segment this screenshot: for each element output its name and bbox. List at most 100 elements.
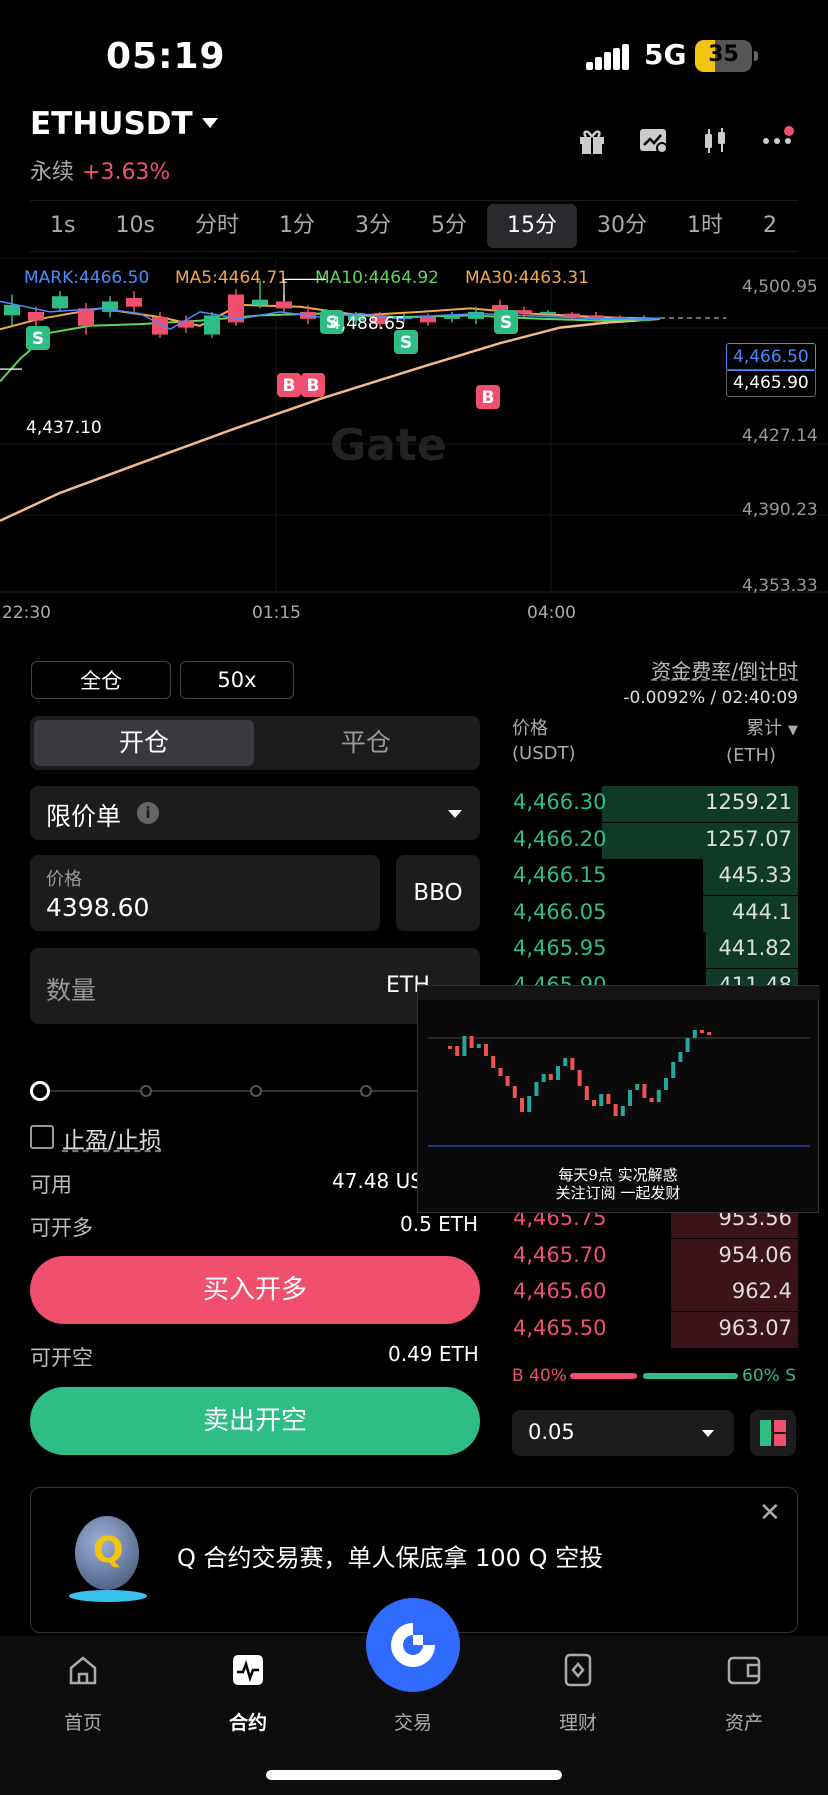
candle-body [28,311,44,321]
tab-timeframe[interactable]: 5分 [411,204,487,248]
quantity-input[interactable]: 数量 ETH [30,948,480,1024]
buy-signal-badge-label: B [307,376,320,396]
mini-candle [606,1094,611,1104]
tab-timeframe[interactable]: 10s [95,204,174,248]
mini-candle [505,1076,510,1086]
chevron-down-icon [448,810,462,818]
battery-icon: 35 [695,40,752,72]
mini-candle [541,1074,546,1082]
mini-candle [685,1038,690,1052]
tab-open[interactable]: 开仓 [34,720,254,766]
trade-fab[interactable] [366,1598,460,1692]
candle-body [152,317,168,335]
buy-long-button[interactable]: 买入开多 [30,1256,480,1324]
gift-icon[interactable] [575,124,609,158]
high-price-label: 4,488.65 [330,314,406,334]
mini-candle [584,1086,589,1100]
orderbook-price: 4,466.05 [513,899,607,924]
timeframe-tabs: 1s 10s 分时 1分 3分 5分 15分 30分 1时 2 [30,200,798,252]
tab-timeframe[interactable]: 15分 [486,204,577,248]
orderbook-total-header[interactable]: 累计 ▼ (ETH) [700,716,798,768]
orderbook-total: 1259.21 [705,790,792,814]
orderbook-row[interactable]: 4,466.05 444.1 [510,895,798,932]
mini-candle [707,1032,712,1035]
orderbook-price: 4,465.70 [513,1242,607,1267]
battery-cap [754,51,758,61]
tab-timeframe[interactable]: 1s [30,204,95,248]
nav-assets[interactable]: 资产 [694,1652,794,1735]
orderbook-row[interactable]: 4,465.95 441.82 [510,932,798,969]
precision-select[interactable]: 0.05 [512,1410,734,1456]
mark-price-box: 4,466.50 [726,343,816,371]
mini-candle [599,1094,604,1106]
chart-settings-icon[interactable] [637,124,671,158]
price-input[interactable]: 价格 4398.60 [30,855,380,931]
tab-timeframe[interactable]: 3分 [335,204,411,248]
close-icon[interactable]: ✕ [759,1498,781,1528]
last-price-box: 4,465.90 [726,369,816,397]
tab-timeframe[interactable]: 1时 [667,204,743,248]
candle-body [78,308,94,326]
nav-label: 资产 [724,1712,763,1734]
orderbook-row[interactable]: 4,465.60 962.4 [510,1275,798,1312]
slider-stop[interactable] [250,1085,262,1097]
orderbook-row[interactable]: 4,466.20 1257.07 [510,822,798,859]
orderbook-row[interactable]: 4,465.70 954.06 [510,1238,798,1275]
buy-signal-badge-label: B [283,376,296,396]
mini-candle [577,1070,582,1086]
gate-logo-icon [391,1623,435,1667]
q-token-icon: Q [75,1516,139,1590]
orderbook-price-header: 价格 (USDT) [512,716,576,766]
candle-body [420,317,436,323]
candle-body [444,315,460,319]
sell-signal-badge-label: S [32,329,44,349]
nav-futures[interactable]: 合约 [198,1652,298,1735]
order-type-select[interactable]: 限价单 i [30,786,480,840]
nav-finance[interactable]: 理财 [528,1652,628,1735]
orderbook-row[interactable]: 4,465.50 963.07 [510,1311,798,1348]
slider-stop[interactable] [140,1085,152,1097]
video-overlay[interactable]: 每天9点 实况解惑 关注订阅 一起发财 [417,985,820,1213]
mini-candle [491,1056,496,1068]
margin-mode-button[interactable]: 全仓 [31,661,171,699]
mini-candle [678,1052,683,1062]
chevron-down-icon[interactable] [202,118,218,128]
price-header-label: 价格 [512,718,548,739]
leverage-button[interactable]: 50x [180,661,294,699]
tab-timeframe[interactable]: 1分 [259,204,335,248]
quantity-slider[interactable] [30,1080,480,1102]
sell-short-button[interactable]: 卖出开空 [30,1387,480,1455]
caret-down-icon: ▼ [788,723,798,738]
tab-timeframe[interactable]: 2 [743,204,797,248]
nav-label: 交易 [393,1712,432,1734]
trading-pair[interactable]: ETHUSDT [30,106,193,142]
tpsl-label[interactable]: 止盈/止损 [62,1121,162,1155]
y-tick: 4,427.14 [742,426,818,446]
candlestick-icon[interactable] [698,124,732,158]
tpsl-checkbox[interactable] [30,1125,54,1149]
slider-stop[interactable] [360,1085,372,1097]
sell-signal-badge-label: S [400,333,412,353]
available-value: 47.48 US [332,1169,423,1193]
nav-trade-label[interactable]: 交易 [363,1692,463,1735]
total-header-label: 累计 [746,718,783,739]
info-icon[interactable]: i [137,802,159,824]
y-tick: 4,500.95 [742,277,818,297]
nav-label: 合约 [228,1712,267,1734]
price-change: +3.63% [82,160,171,185]
orderbook-row[interactable]: 4,466.15 445.33 [510,859,798,896]
candle-body [204,315,220,335]
orderbook-price: 4,465.50 [513,1315,607,1340]
tab-timeframe[interactable]: 30分 [577,204,667,248]
signal-icon [586,44,630,70]
tab-timeframe[interactable]: 分时 [175,204,259,248]
orderbook-row[interactable]: 4,466.30 1259.21 [510,786,798,822]
funding-rate[interactable]: 资金费率/倒计时 -0.0092% / 02:40:09 [560,655,798,708]
can-short-value: 0.49 ETH [388,1342,479,1366]
orderbook-layout-icon[interactable] [750,1410,796,1456]
bbo-button[interactable]: BBO [396,855,480,931]
nav-home[interactable]: 首页 [33,1652,133,1735]
tab-close[interactable]: 平仓 [256,720,476,766]
mini-candle [548,1074,553,1080]
slider-handle[interactable] [30,1081,50,1101]
